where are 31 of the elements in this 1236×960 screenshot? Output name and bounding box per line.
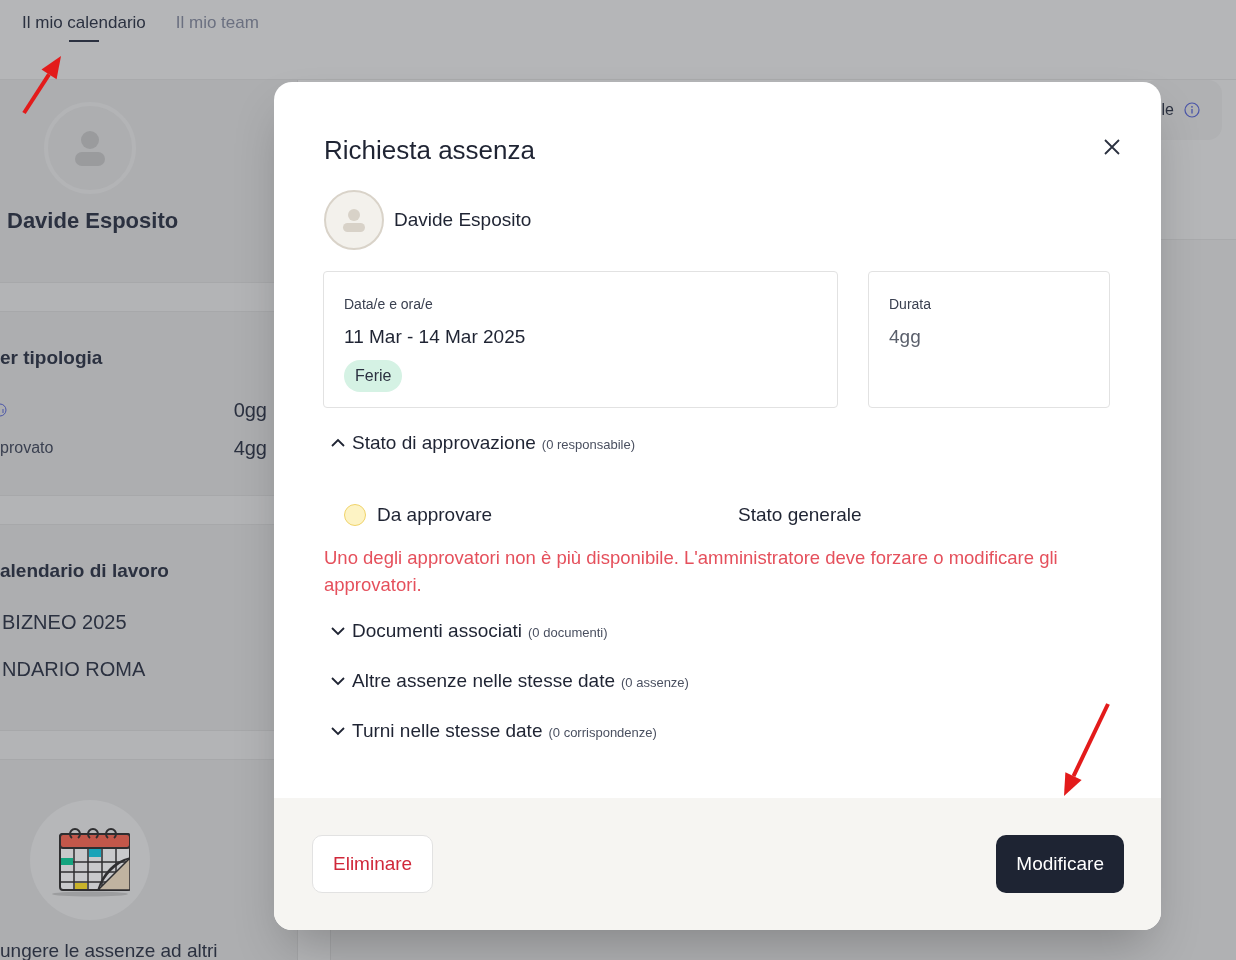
edit-button[interactable]: Modificare <box>996 835 1124 893</box>
info-icon <box>1184 102 1200 118</box>
calendar-name: NDARIO ROMA <box>2 656 147 682</box>
employee-name: Davide Esposito <box>394 207 532 232</box>
close-icon <box>1103 138 1121 156</box>
dialog-title: Richiesta assenza <box>324 134 536 166</box>
person-icon <box>341 207 367 233</box>
row-value: 4gg <box>233 435 267 461</box>
row-label: provato <box>0 437 54 458</box>
section-toggle[interactable]: Altre assenze nelle stesse date (0 assenze) <box>324 666 689 696</box>
calendar-name: BIZNEO 2025 <box>2 609 128 635</box>
status-label: Stato generale <box>738 502 862 527</box>
warning-text: Uno degli approvatori non è più disponibile. L'amministratore deve forzare o modificare gli approvatori. <box>324 546 1059 597</box>
delete-button[interactable]: Eliminare <box>312 835 434 893</box>
field-value: 11 Mar - 14 Mar 2025 <box>344 325 527 349</box>
tab[interactable]: Il mio calendario <box>22 12 146 42</box>
section-toggle[interactable]: Documenti associati (0 documenti) <box>324 616 608 646</box>
profile-name: Davide Esposito <box>7 207 179 235</box>
field-value: 4gg <box>889 325 922 349</box>
section-title: er tipologia <box>0 346 104 370</box>
type-badge: Ferie <box>344 359 403 392</box>
section-title: alendario di lavoro <box>0 559 170 583</box>
close-button[interactable] <box>1103 138 1121 156</box>
field-label: Data/e e ora/e <box>344 295 434 314</box>
field-label: Durata <box>889 295 933 314</box>
row-value: 0gg <box>233 397 267 423</box>
section-toggle[interactable]: Stato di approvazione (0 responsabile) <box>324 428 635 458</box>
card-text: le <box>1161 100 1174 120</box>
section-toggle[interactable]: Turni nelle stesse date (0 corrispondenze) <box>324 716 657 746</box>
status-text: Da approvare <box>377 502 493 527</box>
annotation-arrow <box>22 56 61 115</box>
